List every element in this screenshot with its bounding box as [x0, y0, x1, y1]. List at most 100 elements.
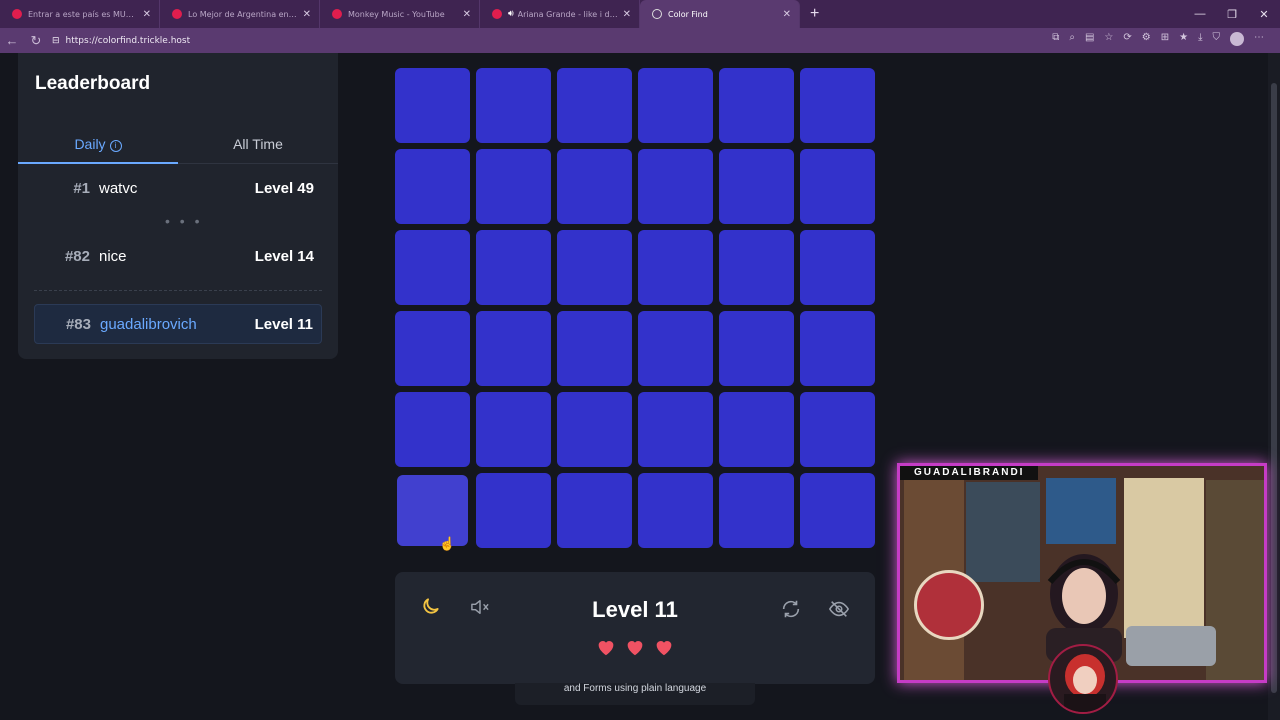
tab-title: Ariana Grande - like i do (offic...: [517, 9, 619, 19]
grid-cell[interactable]: [557, 68, 632, 143]
grid-cell[interactable]: [638, 473, 713, 548]
grid-cell[interactable]: [719, 230, 794, 305]
grid-cell[interactable]: [395, 230, 470, 305]
rank: #82: [64, 247, 90, 265]
divider: [34, 290, 322, 291]
youtube-icon: [332, 9, 342, 19]
close-window-icon[interactable]: ✕: [1248, 8, 1280, 21]
back-icon[interactable]: ←: [0, 33, 24, 48]
browser-tab-active[interactable]: Color Find ✕: [640, 0, 800, 28]
grid-cell[interactable]: [476, 392, 551, 467]
restore-icon[interactable]: ❐: [1216, 8, 1248, 21]
speaker-icon[interactable]: 🔊︎: [508, 9, 514, 19]
shield-icon[interactable]: ⛉: [1213, 32, 1221, 46]
grid-cell[interactable]: [557, 311, 632, 386]
window-controls: — ❐ ✕: [1184, 0, 1280, 28]
grid-cell[interactable]: [638, 149, 713, 224]
minimize-icon[interactable]: —: [1184, 8, 1216, 20]
reader-icon[interactable]: ▤: [1085, 32, 1094, 46]
grid-cell[interactable]: [395, 68, 470, 143]
favorite-icon[interactable]: ☆: [1104, 32, 1113, 46]
grid-cell[interactable]: [476, 230, 551, 305]
close-icon[interactable]: ✕: [463, 9, 471, 20]
grid-cell[interactable]: [557, 230, 632, 305]
grid-cell[interactable]: [800, 311, 875, 386]
grid-cell[interactable]: [395, 392, 470, 467]
leaderboard-tabs: Daily i All Time: [18, 130, 338, 164]
footer-banner: and Forms using plain language: [515, 683, 755, 705]
downloads-icon[interactable]: ⤓: [1198, 32, 1202, 46]
player-level: Level 11: [254, 315, 313, 333]
ellipsis: • • •: [165, 213, 203, 229]
refresh-ext-icon[interactable]: ⟳: [1123, 32, 1131, 46]
close-icon[interactable]: ✕: [623, 9, 631, 20]
player-level: Level 49: [254, 179, 314, 197]
platform-sign-image: [914, 570, 984, 640]
player-level: Level 14: [254, 247, 314, 265]
grid-cell[interactable]: [719, 392, 794, 467]
refresh-icon[interactable]: ↻: [24, 33, 48, 49]
profile-avatar[interactable]: [1230, 32, 1244, 46]
restart-icon[interactable]: [780, 598, 802, 620]
grid-cell[interactable]: [476, 68, 551, 143]
page-scrollbar[interactable]: [1268, 53, 1280, 720]
eye-off-icon[interactable]: [827, 598, 851, 620]
tab-title: Lo Mejor de Argentina en el Mundo: [188, 9, 299, 19]
tab-daily[interactable]: Daily i: [18, 130, 178, 164]
webcam-label: GUADALIBRANDI: [900, 466, 1039, 480]
extensions-icon[interactable]: ⚙: [1142, 32, 1151, 46]
tab-all-time[interactable]: All Time: [178, 130, 338, 164]
site-info-icon[interactable]: ⊟: [52, 36, 60, 46]
background-poster: [1046, 478, 1116, 544]
grid-cell[interactable]: [397, 475, 468, 546]
scrollbar-thumb[interactable]: [1271, 83, 1277, 693]
grid-cell[interactable]: [719, 473, 794, 548]
grid-cell[interactable]: [800, 473, 875, 548]
grid-cell[interactable]: [800, 392, 875, 467]
close-icon[interactable]: ✕: [783, 9, 791, 20]
tab-title: Color Find: [668, 9, 708, 19]
grid-cell[interactable]: [476, 473, 551, 548]
split-icon[interactable]: ⊞: [1161, 32, 1169, 46]
grid-cell[interactable]: [638, 68, 713, 143]
grid-cell[interactable]: [800, 149, 875, 224]
grid-cell[interactable]: [719, 68, 794, 143]
footer-text: and Forms using plain language: [563, 683, 707, 694]
grid-cell[interactable]: [557, 392, 632, 467]
favorites-bar-icon[interactable]: ★: [1179, 32, 1188, 46]
grid-cell[interactable]: [800, 68, 875, 143]
grid-cell[interactable]: [638, 392, 713, 467]
more-icon[interactable]: ⋯: [1254, 32, 1264, 46]
address-bar[interactable]: ⊟ https://colorfind.trickle.host: [52, 31, 952, 50]
grid-cell[interactable]: [557, 149, 632, 224]
info-icon[interactable]: i: [109, 140, 122, 152]
grid-cell[interactable]: [800, 230, 875, 305]
lives: [595, 636, 675, 658]
tab-all-time-label: All Time: [233, 136, 283, 152]
browser-tab[interactable]: Lo Mejor de Argentina en el Mundo ✕: [160, 0, 320, 28]
grid-cell[interactable]: [719, 311, 794, 386]
grid-cell[interactable]: [557, 473, 632, 548]
grid-cell[interactable]: [719, 149, 794, 224]
leaderboard-row-current-user: #83 guadalibrovich Level 11: [34, 304, 322, 344]
moon-icon[interactable]: [421, 596, 441, 616]
translate-icon[interactable]: ⧉: [1052, 32, 1059, 46]
url-text: https://colorfind.trickle.host: [65, 35, 191, 46]
player-name: watvc: [99, 179, 138, 197]
new-tab-button[interactable]: +: [800, 5, 829, 23]
close-icon[interactable]: ✕: [143, 9, 151, 20]
grid-cell[interactable]: [395, 311, 470, 386]
grid-cell[interactable]: [395, 149, 470, 224]
browser-tab[interactable]: 🔊︎ Ariana Grande - like i do (offic... ✕: [480, 0, 640, 28]
grid-cell[interactable]: [476, 311, 551, 386]
browser-tab[interactable]: Entrar a este país es MUY difícil y... ✕: [0, 0, 160, 28]
zoom-icon[interactable]: ⌕: [1069, 32, 1075, 46]
grid-cell[interactable]: [638, 311, 713, 386]
close-icon[interactable]: ✕: [303, 9, 311, 20]
grid-cell[interactable]: [638, 230, 713, 305]
browser-tab[interactable]: Monkey Music - YouTube ✕: [320, 0, 480, 28]
mute-icon[interactable]: [469, 598, 491, 616]
browser-tab-bar: Entrar a este país es MUY difícil y... ✕…: [0, 0, 1280, 28]
tab-title: Monkey Music - YouTube: [348, 9, 445, 19]
grid-cell[interactable]: [476, 149, 551, 224]
